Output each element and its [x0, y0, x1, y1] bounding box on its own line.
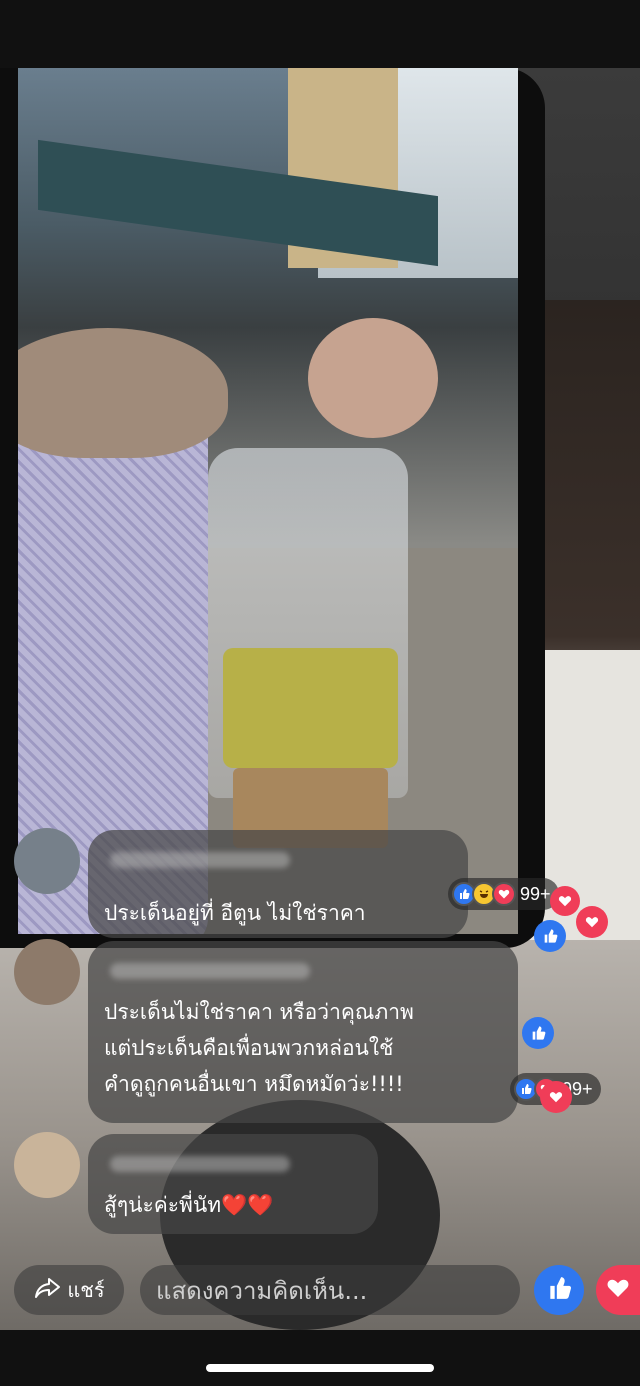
love-icon [606, 1276, 630, 1304]
home-indicator[interactable] [206, 1364, 434, 1372]
floating-like-icon [522, 1017, 554, 1049]
floating-love-icon [576, 906, 608, 938]
bottom-bar: แชร์ แสดงความคิดเห็น... [0, 1260, 640, 1320]
comment-bubble[interactable]: สู้ๆน่ะค่ะพี่นัท❤️❤️ [88, 1134, 378, 1234]
comment-input[interactable]: แสดงความคิดเห็น... [140, 1265, 520, 1315]
love-button[interactable] [596, 1265, 640, 1315]
comment-text-line: แต่ประเด็นคือเพื่อนพวกหล่อนใช้ [104, 1036, 394, 1060]
comment-placeholder: แสดงความคิดเห็น... [156, 1276, 368, 1305]
share-icon [33, 1277, 61, 1304]
video-phone-screen [18, 68, 518, 934]
like-button[interactable] [534, 1265, 584, 1315]
floating-love-icon [540, 1081, 572, 1113]
comment-bubble[interactable]: ประเด็นอยู่ที่ อีตูน ไม่ใช่ราคา [88, 830, 468, 938]
floating-love-icon [550, 886, 580, 916]
love-icon [492, 882, 516, 906]
like-icon [546, 1275, 572, 1305]
video-food [223, 648, 398, 768]
comment-avatar[interactable] [14, 939, 80, 1005]
share-button[interactable]: แชร์ [14, 1265, 124, 1315]
comment-bubble[interactable]: ประเด็นไม่ใช่ราคา หรือว่าคุณภาพ แต่ประเด… [88, 941, 518, 1123]
reaction-count: 99+ [520, 883, 551, 904]
comment-avatar[interactable] [14, 828, 80, 894]
video-hand [308, 318, 438, 438]
comment-item[interactable]: สู้ๆน่ะค่ะพี่นัท❤️❤️ [0, 1128, 640, 1238]
share-label: แชร์ [67, 1278, 105, 1302]
video-hat [18, 328, 228, 458]
comment-author-name[interactable] [110, 852, 290, 868]
comment-author-name[interactable] [110, 963, 310, 979]
comment-text: สู้ๆน่ะค่ะพี่นัท❤️❤️ [104, 1193, 274, 1217]
comment-text-line: คำดูถูกคนอื่นเขา หมึดหมัดว่ะ!!!! [104, 1072, 404, 1096]
comment-text-line: ประเด็นไม่ใช่ราคา หรือว่าคุณภาพ [104, 1000, 414, 1024]
comment-author-name[interactable] [110, 1156, 290, 1172]
comment-avatar[interactable] [14, 1132, 80, 1198]
comment-item[interactable]: ประเด็นไม่ใช่ราคา หรือว่าคุณภาพ แต่ประเด… [0, 935, 640, 1130]
reaction-summary[interactable]: 99+ [448, 878, 559, 910]
video-phone-frame [0, 68, 545, 948]
comment-text: ประเด็นอยู่ที่ อีตูน ไม่ใช่ราคา [104, 901, 366, 925]
